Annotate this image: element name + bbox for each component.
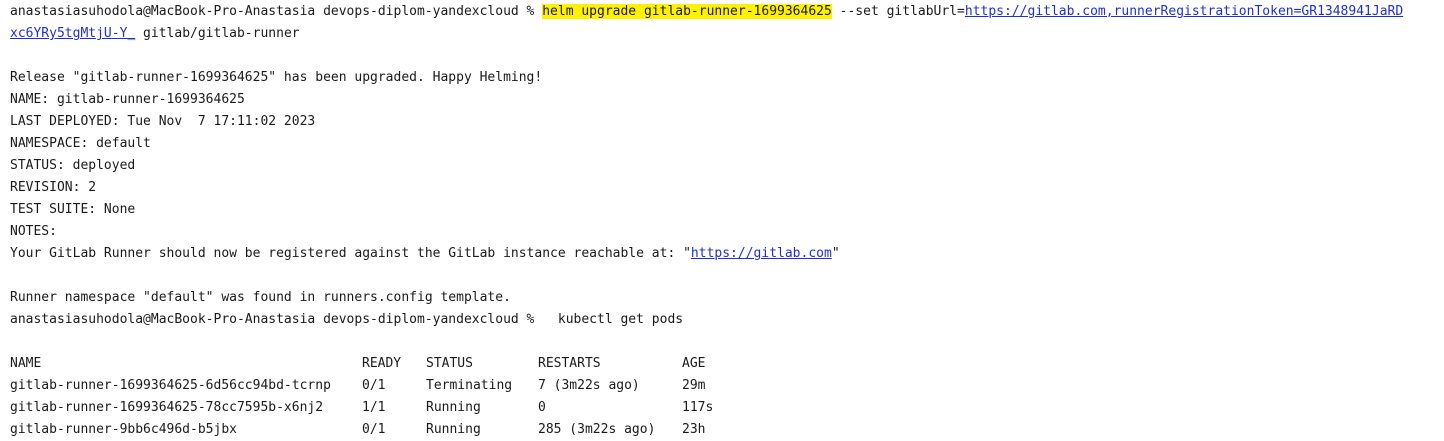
pod-status: Running bbox=[426, 422, 481, 437]
registered-text: Your GitLab Runner should now be registe… bbox=[10, 243, 1440, 265]
pod-name: gitlab-runner-1699364625-78cc7595b-x6nj2 bbox=[10, 400, 324, 415]
pod-restarts: 285 (3m22s ago) bbox=[538, 422, 656, 437]
pod-restarts: 0 bbox=[538, 400, 546, 415]
gitlab-url-link-continued[interactable]: xc6YRy5tgMtjU-Y_ bbox=[10, 26, 135, 41]
helm-command-line-wrap: xc6YRy5tgMtjU-Y_ gitlab/gitlab-runner bbox=[10, 23, 1440, 45]
registered-url-link[interactable]: https://gitlab.com bbox=[691, 246, 832, 261]
pods-table-header: NAME READY STATUS RESTARTS AGE bbox=[10, 353, 1440, 375]
notes-heading: NOTES: bbox=[10, 224, 57, 239]
revision-text: REVISION: 2 bbox=[10, 180, 97, 195]
table-row: gitlab-runner-1699364625-78cc7595b-x6nj2… bbox=[10, 397, 1440, 419]
table-row: gitlab-runner-1699364625-6d56cc94bd-tcrn… bbox=[10, 375, 1440, 397]
highlighted-command: helm upgrade gitlab-runner-1699364625 bbox=[542, 4, 832, 19]
last-deployed-text: LAST DEPLOYED: Tue Nov 7 17:11:02 2023 bbox=[10, 114, 316, 129]
header-age: AGE bbox=[682, 356, 706, 371]
helm-command-line: anastasiasuhodola@MacBook-Pro-Anastasia … bbox=[10, 1, 1440, 23]
kubectl-command-line: anastasiasuhodola@MacBook-Pro-Anastasia … bbox=[10, 309, 1440, 331]
kubectl-command: kubectl get pods bbox=[534, 312, 684, 327]
registered-suffix: " bbox=[831, 246, 840, 261]
shell-prompt: anastasiasuhodola@MacBook-Pro-Anastasia … bbox=[10, 4, 543, 19]
runner-namespace-text: Runner namespace "default" was found in … bbox=[10, 290, 511, 305]
gitlab-url-link[interactable]: https://gitlab.com,runnerRegistrationTok… bbox=[965, 4, 1403, 19]
pod-ready: 0/1 bbox=[362, 422, 386, 437]
command-args: --set gitlabUrl= bbox=[831, 4, 965, 19]
test-suite-text: TEST SUITE: None bbox=[10, 202, 136, 217]
release-upgraded-text: Release "gitlab-runner-1699364625" has b… bbox=[10, 70, 543, 85]
header-status: STATUS bbox=[426, 356, 473, 371]
registered-prefix: Your GitLab Runner should now be registe… bbox=[10, 246, 691, 261]
chart-name: gitlab/gitlab-runner bbox=[135, 26, 300, 41]
pod-ready: 0/1 bbox=[362, 378, 386, 393]
terminal-output[interactable]: anastasiasuhodola@MacBook-Pro-Anastasia … bbox=[10, 1, 1440, 441]
header-restarts: RESTARTS bbox=[538, 356, 601, 371]
pod-name: gitlab-runner-9bb6c496d-b5jbx bbox=[10, 422, 237, 437]
header-name: NAME bbox=[10, 356, 42, 371]
pod-name: gitlab-runner-1699364625-6d56cc94bd-tcrn… bbox=[10, 378, 331, 393]
header-ready: READY bbox=[362, 356, 402, 371]
pod-restarts: 7 (3m22s ago) bbox=[538, 378, 640, 393]
release-name-text: NAME: gitlab-runner-1699364625 bbox=[10, 92, 245, 107]
pod-ready: 1/1 bbox=[362, 400, 386, 415]
pod-status: Running bbox=[426, 400, 481, 415]
pod-status: Terminating bbox=[426, 378, 513, 393]
shell-prompt: anastasiasuhodola@MacBook-Pro-Anastasia … bbox=[10, 312, 535, 327]
pod-age: 23h bbox=[682, 422, 706, 437]
table-row: gitlab-runner-9bb6c496d-b5jbx 0/1 Runnin… bbox=[10, 419, 1440, 441]
pod-age: 29m bbox=[682, 378, 706, 393]
status-text: STATUS: deployed bbox=[10, 158, 136, 173]
pod-age: 117s bbox=[682, 400, 714, 415]
namespace-text: NAMESPACE: default bbox=[10, 136, 151, 151]
